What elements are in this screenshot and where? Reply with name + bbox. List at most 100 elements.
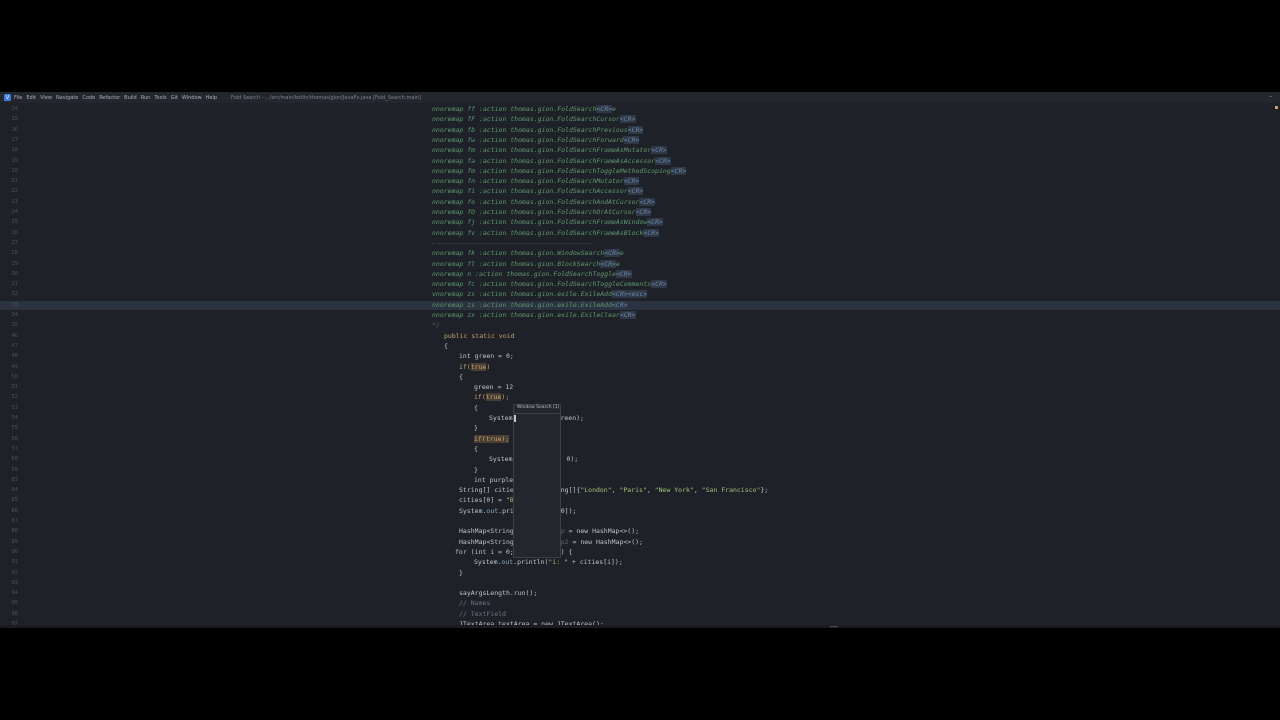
code-token: .println( xyxy=(513,558,549,567)
code-token: System. xyxy=(459,506,487,515)
java-line: if(true); xyxy=(474,434,510,444)
line-number: 94 xyxy=(11,590,18,597)
code-token: "San Francisco" xyxy=(701,486,761,495)
line-number: 59 xyxy=(11,466,18,473)
line-number: 92 xyxy=(11,569,18,576)
cr-token: <CR> xyxy=(619,115,636,124)
vim-mapping-line: nnoremap fl :action thomas.gion.BlockSea… xyxy=(432,259,620,269)
line-number: 48 xyxy=(11,353,18,360)
code-token: nnoremap fw :action thomas.gion.FoldSear… xyxy=(432,135,624,144)
code-editor[interactable]: 14 nnoremap ff :action thomas.gion.FoldSe… xyxy=(0,103,1280,628)
cr-token: <CR> xyxy=(623,177,640,186)
cr-token: <CR> xyxy=(651,146,667,155)
code-token: nnoremap fO :action thomas.gion.FoldSear… xyxy=(432,208,636,216)
line-number: 31 xyxy=(11,281,18,288)
code-token: nnoremap fm :action thomas.gion.FoldSear… xyxy=(432,166,671,175)
code-token: true xyxy=(485,393,502,402)
status-indicator xyxy=(830,626,838,627)
line-number: 89 xyxy=(11,538,18,545)
line-number: 35 xyxy=(11,322,18,329)
line-number: 86 xyxy=(11,507,18,514)
vim-mapping-line: nnoremap fc :action thomas.gion.FoldSear… xyxy=(432,280,667,289)
line-number: 83 xyxy=(11,476,18,483)
menu-git[interactable]: Git xyxy=(171,95,178,101)
vim-mapping-line: nnoremap ff :action thomas.gion.FoldSear… xyxy=(432,105,616,114)
line-number: 19 xyxy=(11,157,18,164)
code-token: // TextField xyxy=(459,609,506,618)
line-number: 30 xyxy=(11,270,18,277)
menu-code[interactable]: Code xyxy=(82,95,95,101)
code-token: // Names xyxy=(459,599,491,608)
line-number: 28 xyxy=(11,250,18,257)
line-number: 33 xyxy=(11,301,18,308)
warning-marker-icon[interactable] xyxy=(1275,106,1278,109)
line-number: 85 xyxy=(11,497,18,504)
line-number: 93 xyxy=(11,579,18,586)
line-number: 21 xyxy=(11,178,18,185)
code-token: vnoremap zs :action thomas.gion.exile.Ex… xyxy=(432,290,613,299)
code-token: public static void xyxy=(444,331,515,340)
line-number: 25 xyxy=(11,219,18,226)
java-line: String[] cities = new String[]{"London",… xyxy=(459,486,768,495)
menu-file[interactable]: File xyxy=(14,95,22,101)
line-number: 84 xyxy=(11,487,18,494)
code-token: reen); xyxy=(560,414,584,422)
code-token: */ xyxy=(432,321,440,330)
vim-mapping-line: nnoremap fO :action thomas.gion.FoldSear… xyxy=(432,208,652,217)
code-token: e xyxy=(612,105,616,113)
code-token: = new HashMap<>(); xyxy=(564,527,640,536)
code-token: nnoremap fl :action thomas.gion.BlockSea… xyxy=(432,259,601,268)
code-token: if( xyxy=(474,434,486,443)
code-token: "Paris" xyxy=(619,486,647,495)
vim-mapping-line: nnoremap fi :action thomas.gion.FoldSear… xyxy=(432,187,644,196)
menu-bar: V File Edit View Navigate Code Refactor … xyxy=(0,92,1280,103)
menu-window[interactable]: Window xyxy=(182,95,202,101)
menu-build[interactable]: Build xyxy=(124,95,137,101)
menu-tools[interactable]: Tools xyxy=(154,95,166,101)
code-token: ); xyxy=(501,393,510,402)
java-line: } xyxy=(474,424,478,433)
vim-mapping-line: nnoremap fa :action thomas.gion.FoldSear… xyxy=(432,156,671,166)
java-line: green = 12 xyxy=(474,383,513,392)
code-token: cities[0] = xyxy=(459,496,506,505)
code-token: System xyxy=(489,414,513,422)
line-number: 14 xyxy=(11,106,18,112)
app-logo-icon[interactable]: V xyxy=(4,94,11,101)
code-token: sayArgsLength.run(); xyxy=(459,589,538,598)
code-token: int green = 0; xyxy=(459,352,514,361)
line-number: 16 xyxy=(11,126,18,133)
line-number: 58 xyxy=(11,456,18,463)
java-line: } xyxy=(459,569,463,578)
menu-help[interactable]: Help xyxy=(206,95,217,101)
separator: , xyxy=(693,486,702,495)
code-token: { xyxy=(474,444,478,453)
code-token: e xyxy=(615,259,620,268)
cr-token: <CR> xyxy=(596,105,613,113)
code-token: nnoremap fm :action thomas.gion.FoldSear… xyxy=(432,146,652,155)
code-token: nnoremap fj :action thomas.gion.FoldSear… xyxy=(432,218,648,227)
vim-mapping-line: nnoremap fb :action thomas.gion.FoldSear… xyxy=(432,125,644,135)
code-token: nnoremap fb :action thomas.gion.FoldSear… xyxy=(432,125,628,134)
code-token: ); xyxy=(501,434,510,443)
code-token: System xyxy=(489,455,513,464)
cr-token: <CR> xyxy=(643,228,659,237)
menu-edit[interactable]: Edit xyxy=(26,95,36,101)
line-number: 96 xyxy=(11,610,18,617)
code-token: = new HashMap<>(); xyxy=(568,537,643,546)
status-bar xyxy=(0,625,1280,628)
menu-refactor[interactable]: Refactor xyxy=(99,95,120,101)
vim-mapping-line: nnoremap zs :action thomas.gion.exile.Ex… xyxy=(432,300,628,310)
line-number: 51 xyxy=(11,384,18,391)
window-search-popup[interactable]: Window Search (1) xyxy=(513,404,561,558)
code-token: nnoremap fc :action thomas.gion.FoldSear… xyxy=(432,280,652,289)
code-token: { xyxy=(459,372,463,381)
minimize-icon[interactable]: – xyxy=(1269,93,1272,100)
menu-run[interactable]: Run xyxy=(141,95,151,101)
line-number: 95 xyxy=(11,600,18,607)
code-token: nnoremap fv :action thomas.gion.FoldSear… xyxy=(432,228,644,237)
vim-mapping-line: nnoremap fk :action thomas.gion.WindowSe… xyxy=(432,249,624,258)
cr-token: <CR><esc> xyxy=(612,290,648,299)
code-token: } xyxy=(459,568,463,577)
menu-navigate[interactable]: Navigate xyxy=(56,95,78,101)
menu-view[interactable]: View xyxy=(40,95,52,101)
